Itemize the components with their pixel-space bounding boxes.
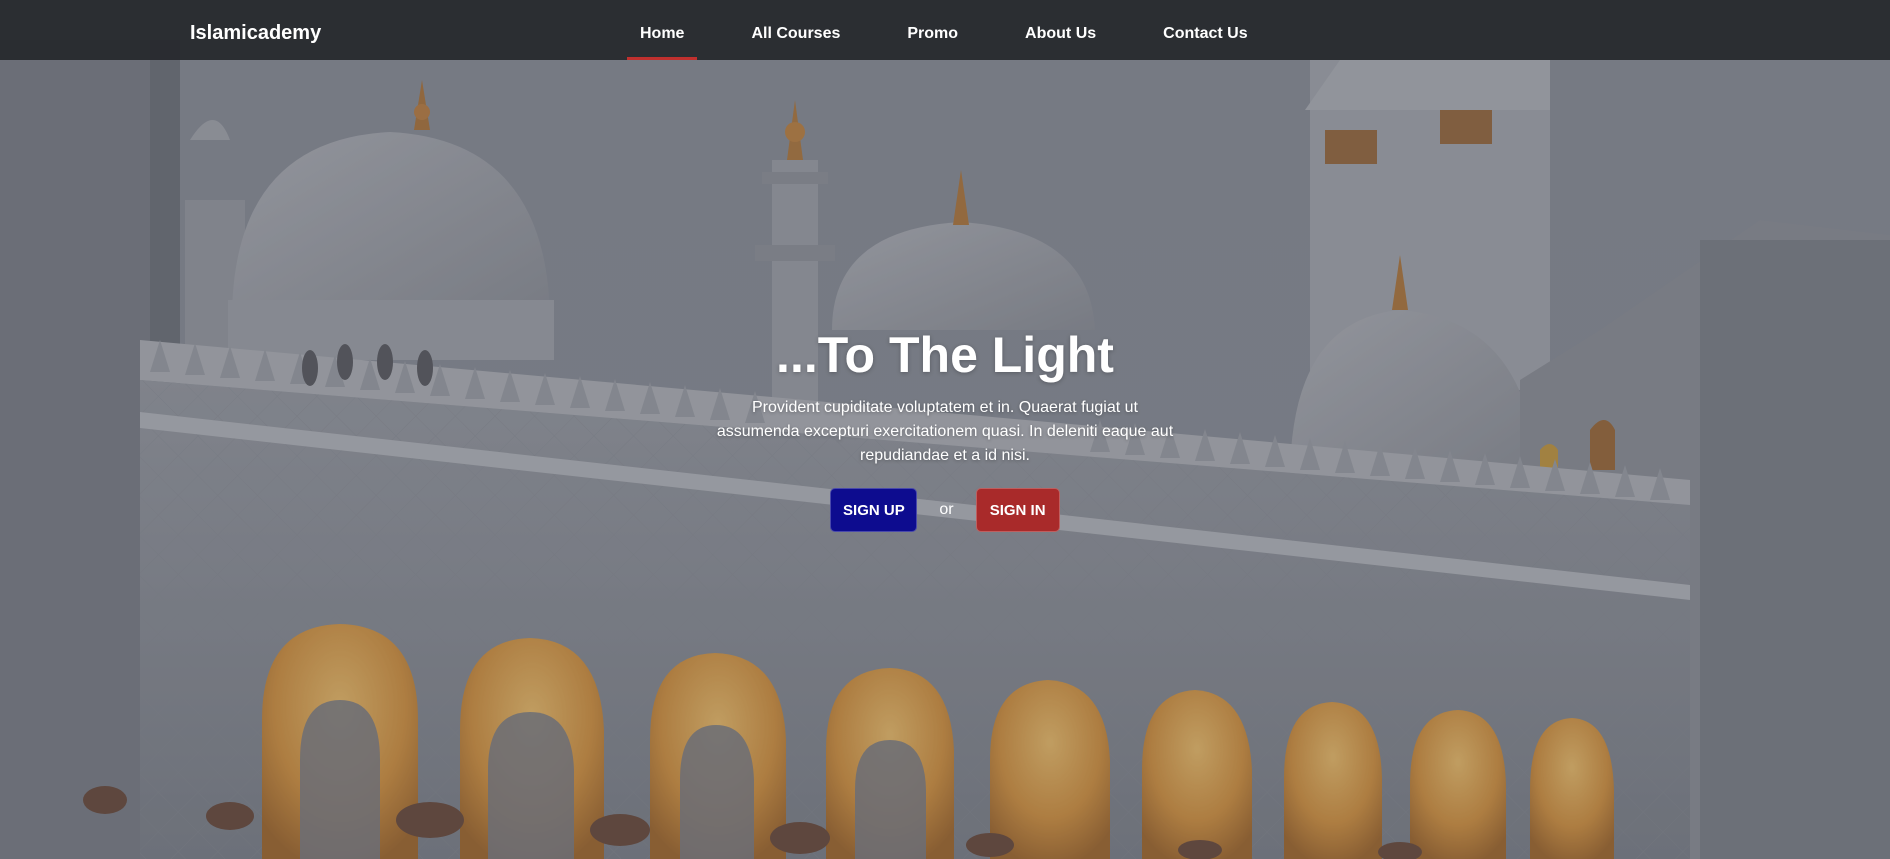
nav-link-home[interactable]: Home [627,0,698,60]
nav-item-all-courses: All Courses [738,0,894,60]
nav-link-contact-us[interactable]: Contact Us [1150,0,1260,60]
hero-description: Provident cupiditate voluptatem et in. Q… [716,399,1174,464]
hero-title: ...To The Light [776,327,1114,383]
sign-in-button[interactable]: SIGN IN [975,488,1060,532]
nav-item-home: Home [627,0,738,60]
or-separator: or [939,501,954,518]
sign-up-button[interactable]: SIGN UP [830,488,918,532]
nav-item-about-us: About Us [1012,0,1150,60]
navbar: Islamicademy Home All Courses Promo Abou… [0,0,1890,60]
nav-item-contact-us: Contact Us [1150,0,1301,60]
nav-menu: Home All Courses Promo About Us Contact … [627,0,1302,60]
nav-item-promo: Promo [894,0,1012,60]
nav-link-all-courses[interactable]: All Courses [738,0,853,60]
nav-link-about-us[interactable]: About Us [1012,0,1109,60]
cta-row: SIGN UP or SIGN IN [695,488,1195,532]
hero-content: ...To The Light Provident cupiditate vol… [695,320,1195,532]
nav-link-promo[interactable]: Promo [894,0,971,60]
brand-logo[interactable]: Islamicademy [190,0,321,60]
page: Islamicademy Home All Courses Promo Abou… [0,0,1890,859]
